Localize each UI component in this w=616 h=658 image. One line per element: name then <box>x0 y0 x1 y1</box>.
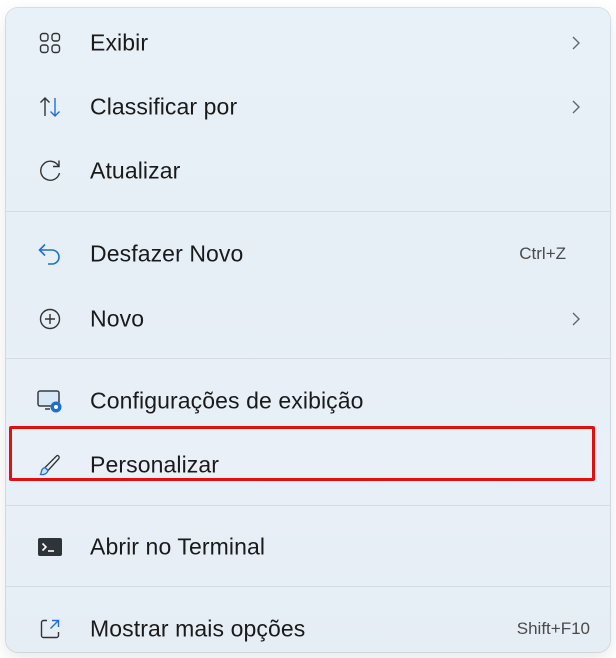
shortcut-label: Ctrl+Z <box>519 244 566 263</box>
menu-item-label: Configurações de exibição <box>90 387 364 414</box>
separator <box>6 358 610 359</box>
brush-icon <box>36 451 64 479</box>
menu-item-label: Desfazer Novo <box>90 240 244 267</box>
menu-item-label: Mostrar mais opções <box>90 615 306 642</box>
refresh-icon <box>36 157 64 185</box>
grid-icon <box>36 29 64 57</box>
chevron-right-icon <box>568 35 584 51</box>
context-menu: Exibir Classificar por Atualizar Desfaze… <box>6 8 610 652</box>
menu-item-personalizar[interactable]: Personalizar <box>18 438 598 492</box>
separator <box>6 586 610 587</box>
menu-item-mostrar-mais-opcoes[interactable]: Mostrar mais opções Shift+F10 <box>18 602 598 652</box>
add-circle-icon <box>36 305 64 333</box>
menu-item-label: Classificar por <box>90 93 238 120</box>
menu-item-desfazer-novo[interactable]: Desfazer Novo Ctrl+Z <box>18 227 598 281</box>
menu-item-label: Novo <box>90 305 145 332</box>
menu-item-configuracoes-de-exibicao[interactable]: Configurações de exibição <box>18 374 598 428</box>
chevron-right-icon <box>568 99 584 115</box>
expand-icon <box>36 615 64 643</box>
menu-item-abrir-no-terminal[interactable]: Abrir no Terminal <box>18 520 598 574</box>
menu-item-exibir[interactable]: Exibir <box>18 16 598 70</box>
menu-item-novo[interactable]: Novo <box>18 292 598 346</box>
shortcut-label: Shift+F10 <box>516 619 590 638</box>
separator <box>6 211 610 212</box>
menu-item-label: Abrir no Terminal <box>90 533 266 560</box>
menu-item-label: Atualizar <box>90 157 181 184</box>
chevron-right-icon <box>568 311 584 327</box>
menu-item-classificar-por[interactable]: Classificar por <box>18 80 598 134</box>
menu-item-label: Personalizar <box>90 451 220 478</box>
menu-item-atualizar[interactable]: Atualizar <box>18 144 598 198</box>
display-settings-icon <box>36 387 64 415</box>
menu-item-label: Exibir <box>90 29 149 56</box>
sort-icon <box>36 93 64 121</box>
undo-icon <box>36 240 64 268</box>
separator <box>6 505 610 506</box>
terminal-icon <box>36 533 64 561</box>
